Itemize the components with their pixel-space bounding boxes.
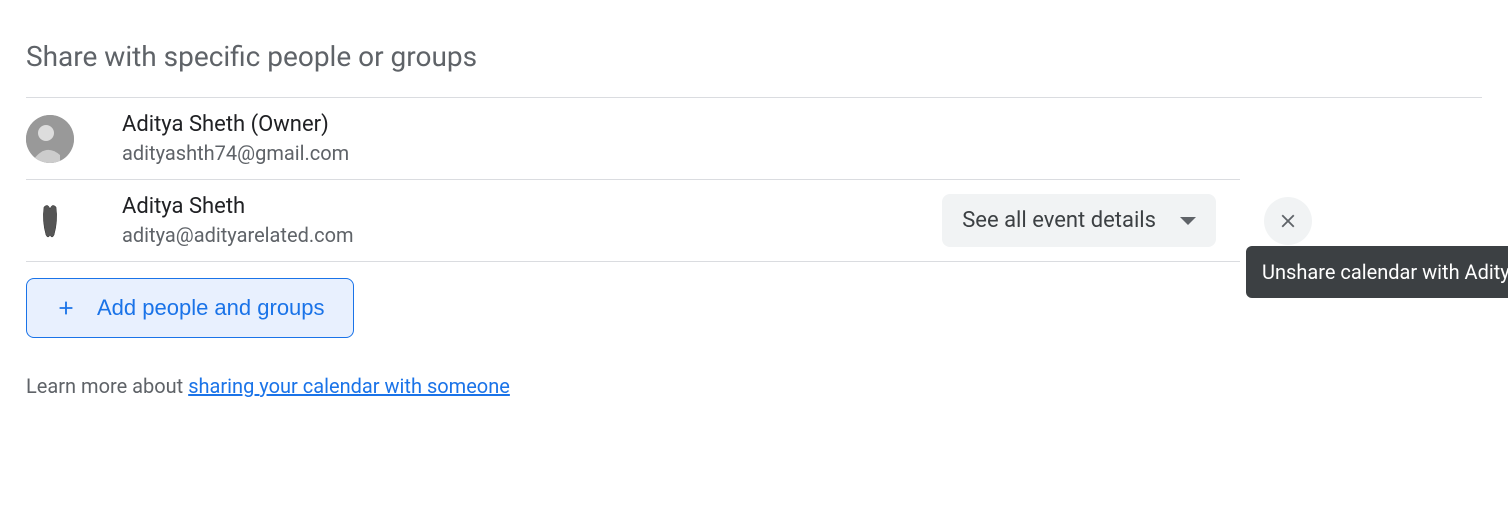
- person-email: adityashth74@gmail.com: [122, 141, 1240, 165]
- close-icon: [1277, 210, 1299, 232]
- share-row-person: Aditya Sheth aditya@adityarelated.com Se…: [26, 180, 1240, 262]
- tooltip: Unshare calendar with Aditya Sheth: [1246, 246, 1508, 298]
- section-title: Share with specific people or groups: [26, 40, 1482, 73]
- avatar: [26, 197, 74, 245]
- remove-person-button[interactable]: [1264, 197, 1312, 245]
- person-info: Aditya Sheth aditya@adityarelated.com: [122, 194, 942, 247]
- add-people-button[interactable]: Add people and groups: [26, 278, 354, 338]
- avatar: [26, 115, 74, 163]
- person-name: Aditya Sheth: [122, 194, 942, 219]
- add-button-label: Add people and groups: [97, 295, 325, 321]
- share-row-owner: Aditya Sheth (Owner) adityashth74@gmail.…: [26, 98, 1240, 180]
- permission-label: See all event details: [962, 208, 1156, 233]
- person-info: Aditya Sheth (Owner) adityashth74@gmail.…: [122, 112, 1240, 165]
- learn-more-link[interactable]: sharing your calendar with someone: [188, 374, 510, 398]
- share-list: Aditya Sheth (Owner) adityashth74@gmail.…: [26, 97, 1482, 262]
- learn-more-prefix: Learn more about: [26, 374, 188, 398]
- learn-more-text: Learn more about sharing your calendar w…: [26, 374, 1482, 398]
- chevron-down-icon: [1180, 217, 1196, 225]
- plus-icon: [55, 297, 77, 319]
- permission-dropdown[interactable]: See all event details: [942, 194, 1216, 247]
- person-name: Aditya Sheth (Owner): [122, 112, 1240, 137]
- person-email: aditya@adityarelated.com: [122, 223, 942, 247]
